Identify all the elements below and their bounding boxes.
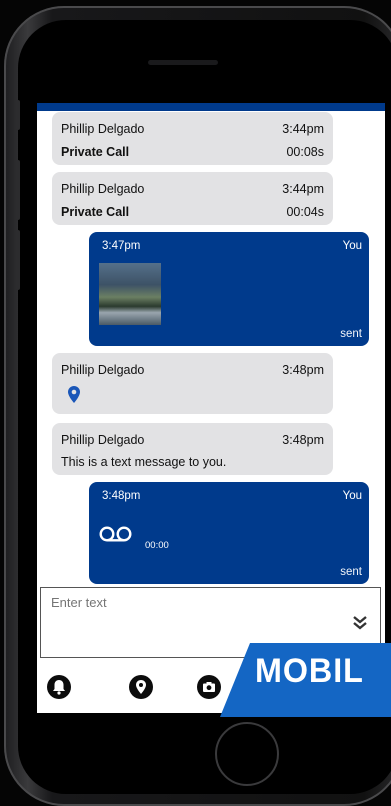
location-icon[interactable] (129, 675, 153, 699)
delivery-status: sent (340, 328, 362, 340)
message-time: 3:47pm (102, 240, 141, 252)
banner-text: MOBIL (255, 652, 364, 690)
camera-icon[interactable] (197, 675, 221, 699)
earpiece-speaker (148, 60, 218, 65)
text-message[interactable]: Phillip Delgado 3:48pm This is a text me… (52, 423, 333, 475)
message-time: 3:48pm (282, 363, 324, 377)
message-time: 3:44pm (282, 122, 324, 136)
message-time: 3:44pm (282, 182, 324, 196)
voicemail-icon[interactable] (99, 526, 132, 545)
call-duration: 00:04s (286, 205, 324, 219)
message-time: 3:48pm (102, 490, 141, 502)
voice-duration: 00:00 (145, 540, 169, 551)
mute-switch (16, 100, 20, 130)
location-message[interactable]: Phillip Delgado 3:48pm (52, 353, 333, 414)
call-type: Private Call (61, 205, 130, 219)
call-log-message[interactable]: Phillip Delgado 3:44pm Private Call 00:0… (52, 172, 333, 225)
call-duration: 00:08s (286, 145, 324, 159)
outgoing-voice-message[interactable]: 3:48pm You 00:00 sent (89, 482, 369, 584)
outgoing-image-message[interactable]: 3:47pm You sent (89, 232, 369, 346)
image-thumbnail[interactable] (99, 263, 161, 325)
call-type: Private Call (61, 145, 130, 159)
location-pin-icon[interactable] (68, 386, 80, 406)
author-label: You (342, 490, 362, 502)
message-time: 3:48pm (282, 433, 324, 447)
top-bar (37, 103, 385, 111)
sender-name: Phillip Delgado (61, 182, 145, 196)
sender-name: Phillip Delgado (61, 122, 145, 136)
delivery-status: sent (340, 566, 362, 578)
sender-name: Phillip Delgado (61, 433, 145, 447)
double-chevron-down-icon[interactable] (352, 613, 368, 635)
message-input[interactable] (49, 594, 313, 611)
chat-screen: Phillip Delgado 3:44pm Private Call 00:0… (37, 103, 385, 713)
volume-up-button (16, 160, 20, 220)
alert-icon[interactable] (47, 675, 71, 699)
volume-down-button (16, 230, 20, 290)
call-log-message[interactable]: Phillip Delgado 3:44pm Private Call 00:0… (52, 112, 333, 165)
author-label: You (342, 240, 362, 252)
home-button[interactable] (215, 722, 279, 786)
message-text: This is a text message to you. (61, 455, 227, 469)
sender-name: Phillip Delgado (61, 363, 145, 377)
